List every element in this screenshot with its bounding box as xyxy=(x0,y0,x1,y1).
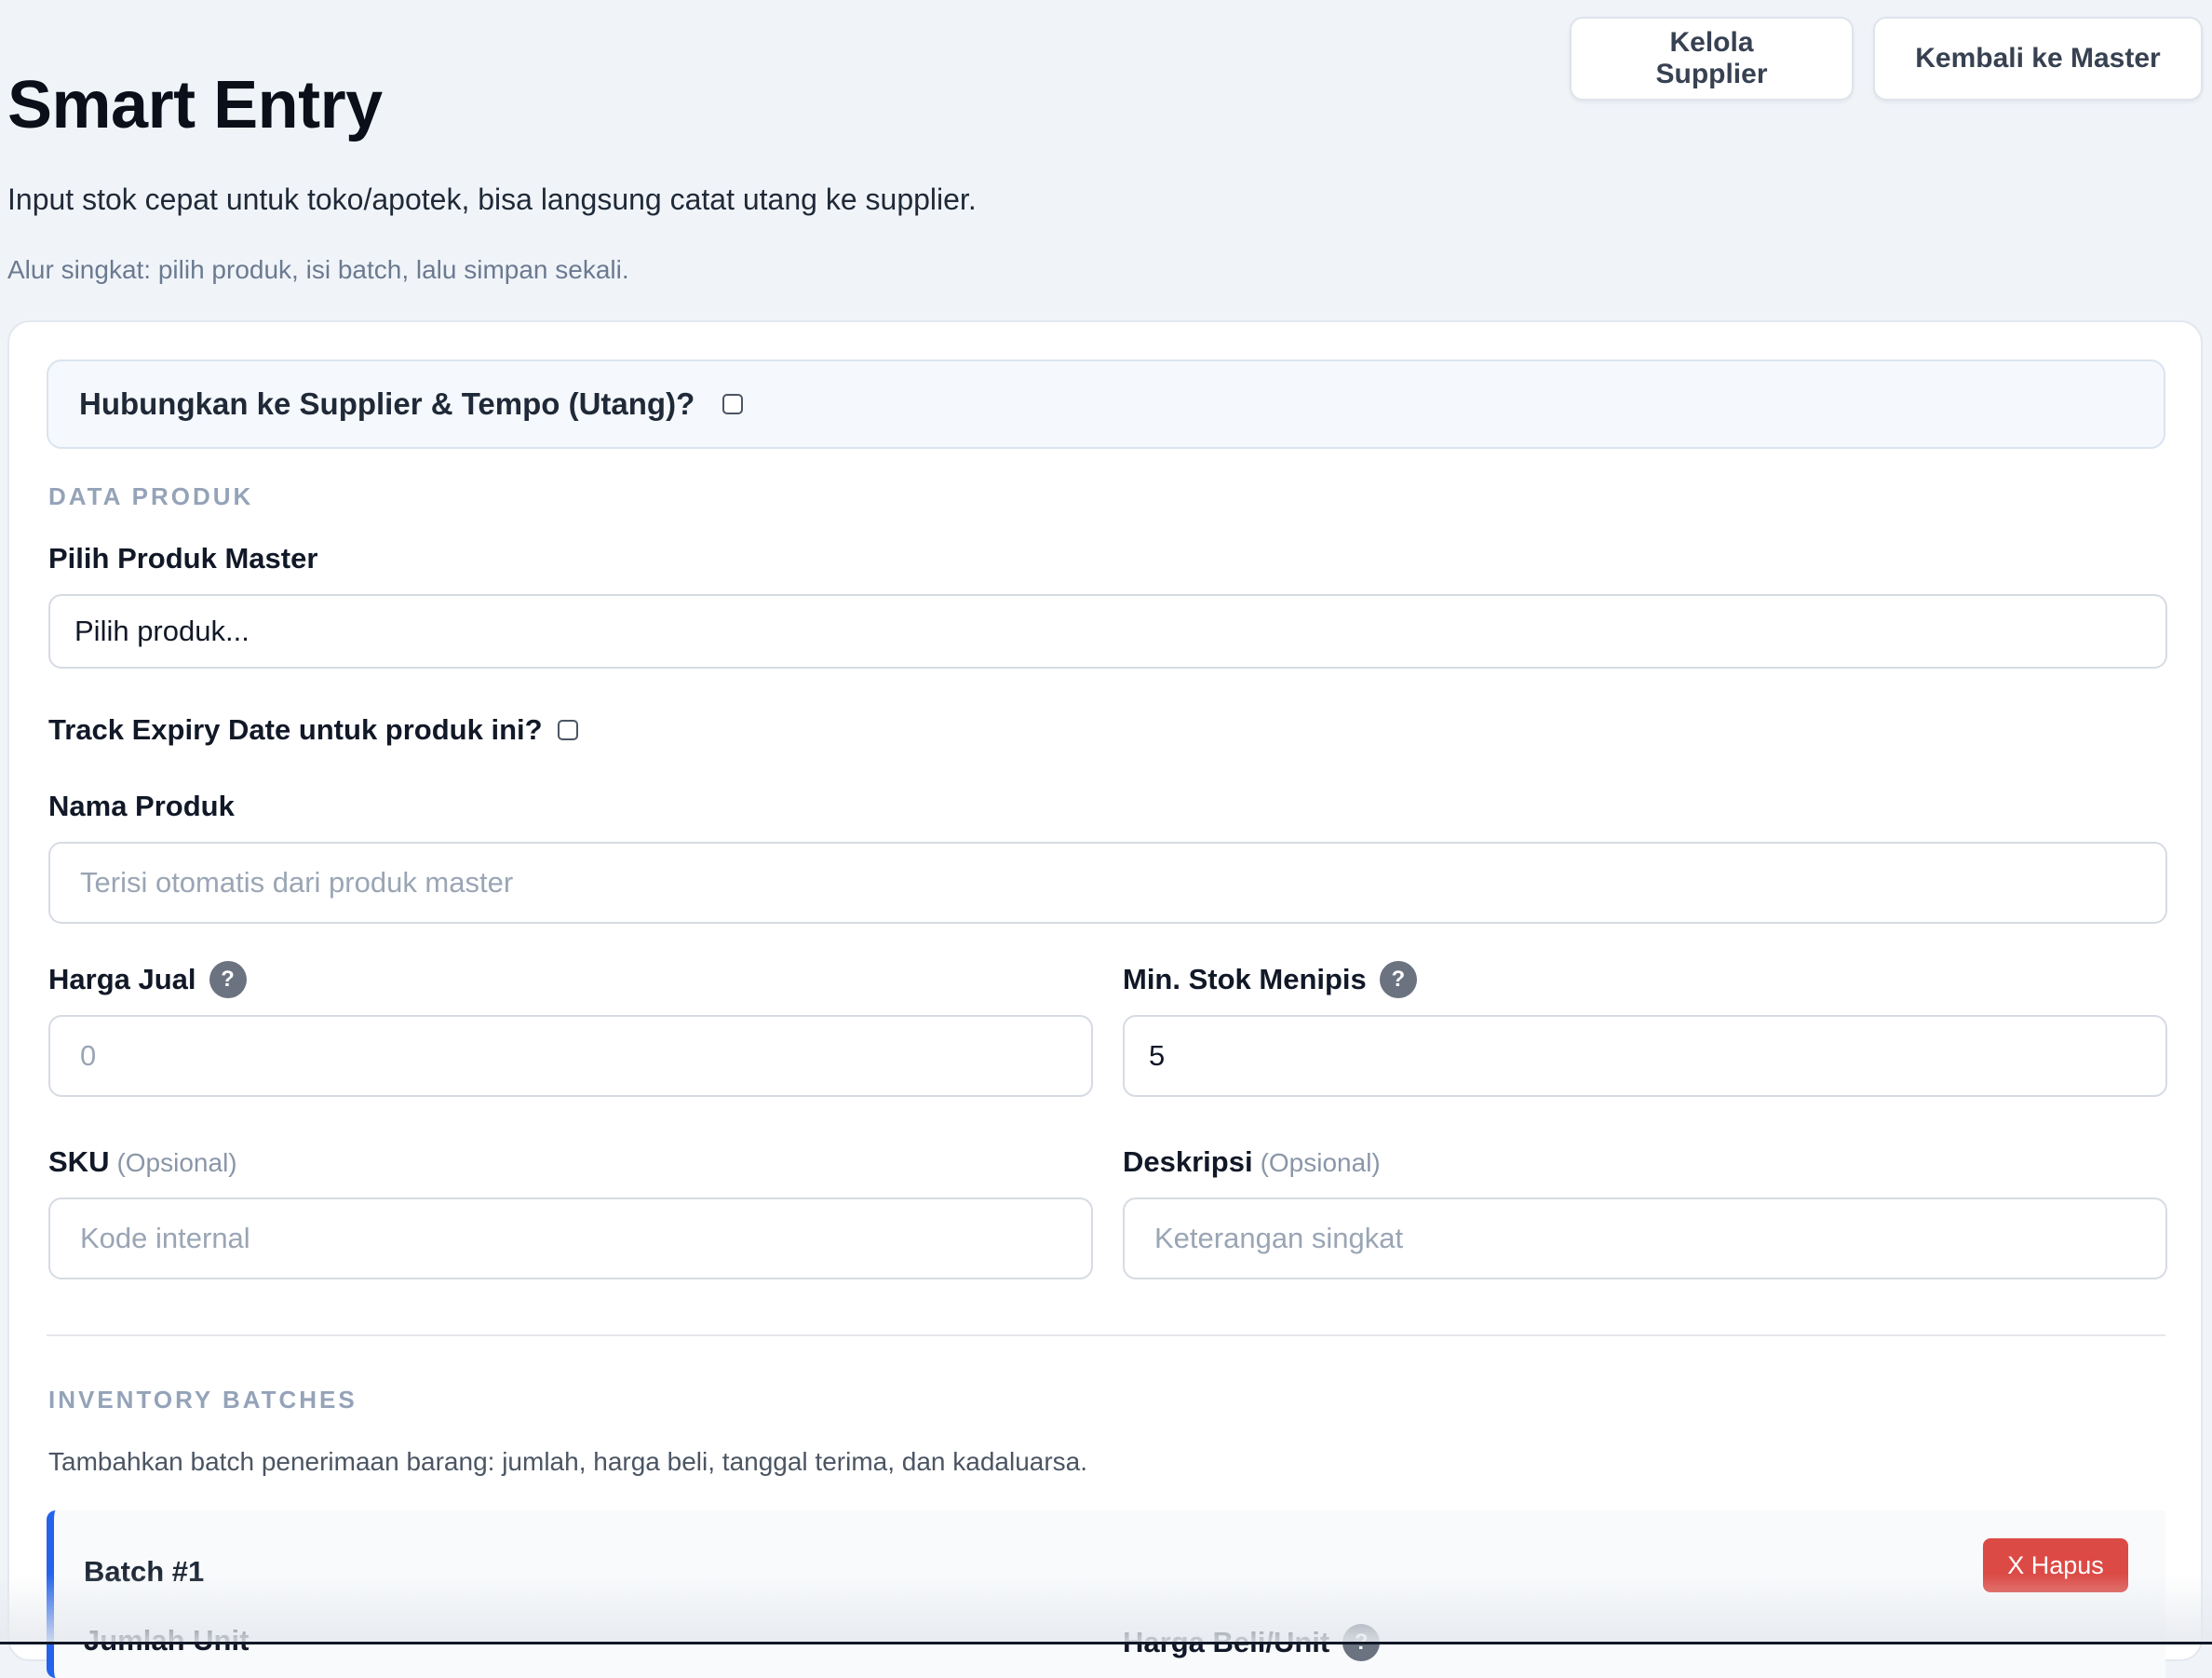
min-stock-value: 5 xyxy=(1149,1039,1166,1072)
supplier-link-panel: Hubungkan ke Supplier & Tempo (Utang)? xyxy=(47,359,2165,449)
section-divider xyxy=(47,1334,2165,1336)
page-hint: Alur singkat: pilih produk, isi batch, l… xyxy=(7,255,629,284)
sell-price-placeholder: 0 xyxy=(80,1039,97,1072)
supplier-link-label: Hubungkan ke Supplier & Tempo (Utang)? xyxy=(79,386,695,421)
product-section-title: DATA PRODUK xyxy=(48,482,254,510)
page-title: Smart Entry xyxy=(7,68,383,142)
batch-qty-label: Jumlah Unit xyxy=(84,1624,250,1657)
sell-price-label-row: Harga Jual ? xyxy=(48,961,247,998)
track-expiry-checkbox[interactable] xyxy=(557,720,578,740)
batch-title: Batch #1 xyxy=(84,1555,205,1588)
header-actions: Kelola Supplier Kembali ke Master xyxy=(1570,17,2203,101)
min-stock-input[interactable]: 5 xyxy=(1123,1015,2167,1097)
page-subtitle: Input stok cepat untuk toko/apotek, bisa… xyxy=(7,183,977,216)
batch-section-description: Tambahkan batch penerimaan barang: jumla… xyxy=(48,1447,1088,1476)
min-stock-label-row: Min. Stok Menipis ? xyxy=(1123,961,1417,998)
master-product-select[interactable]: Pilih produk... xyxy=(48,594,2167,669)
delete-batch-button[interactable]: X Hapus xyxy=(1983,1538,2128,1592)
smart-entry-form: Hubungkan ke Supplier & Tempo (Utang)? D… xyxy=(7,320,2203,1678)
sku-label-row: SKU (Opsional) xyxy=(48,1145,237,1179)
description-placeholder: Keterangan singkat xyxy=(1154,1222,1404,1254)
min-stock-label: Min. Stok Menipis xyxy=(1123,963,1367,995)
manage-supplier-button[interactable]: Kelola Supplier xyxy=(1570,17,1854,101)
description-label-row: Deskripsi (Opsional) xyxy=(1123,1145,1381,1179)
master-product-label: Pilih Produk Master xyxy=(48,542,318,575)
description-label: Deskripsi xyxy=(1123,1145,1253,1178)
supplier-link-checkbox[interactable] xyxy=(722,394,744,414)
sku-placeholder: Kode internal xyxy=(80,1222,250,1254)
product-name-placeholder: Terisi otomatis dari produk master xyxy=(80,866,514,899)
batch-section-title: INVENTORY BATCHES xyxy=(48,1386,357,1414)
sku-input[interactable]: Kode internal xyxy=(48,1198,1093,1279)
description-input[interactable]: Keterangan singkat xyxy=(1123,1198,2167,1279)
sku-optional-note: (Opsional) xyxy=(116,1148,237,1177)
track-expiry-label: Track Expiry Date untuk produk ini? xyxy=(48,713,543,746)
product-name-input[interactable]: Terisi otomatis dari produk master xyxy=(48,842,2167,924)
master-product-value: Pilih produk... xyxy=(74,615,250,647)
batch-card: Batch #1 X Hapus Jumlah Unit Harga Beli/… xyxy=(47,1510,2165,1678)
sell-price-input[interactable]: 0 xyxy=(48,1015,1093,1097)
track-expiry-row: Track Expiry Date untuk produk ini? xyxy=(48,713,578,747)
sku-label: SKU xyxy=(48,1145,110,1178)
product-name-label: Nama Produk xyxy=(48,790,235,822)
description-optional-note: (Opsional) xyxy=(1260,1148,1381,1177)
min-stock-help-icon[interactable]: ? xyxy=(1379,961,1417,998)
sell-price-label: Harga Jual xyxy=(48,963,196,995)
back-to-master-button[interactable]: Kembali ke Master xyxy=(1873,17,2203,101)
sell-price-help-icon[interactable]: ? xyxy=(209,961,247,998)
